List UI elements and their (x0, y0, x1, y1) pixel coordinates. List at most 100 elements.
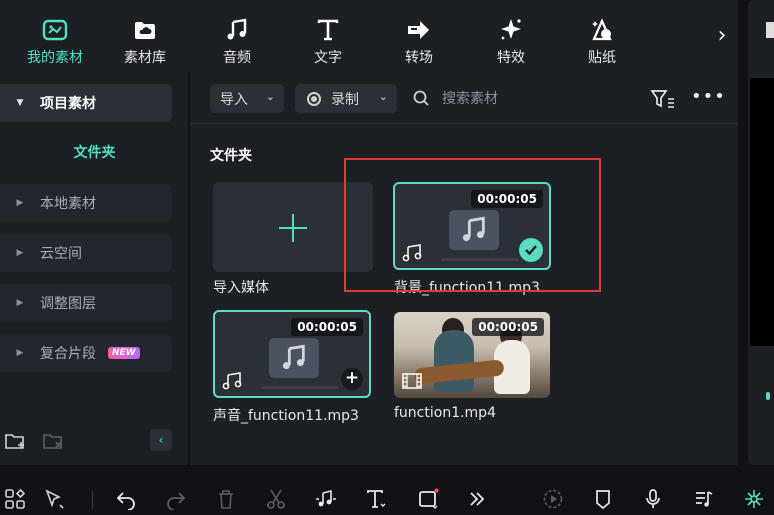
new-folder-button[interactable] (4, 430, 26, 452)
tab-transition[interactable]: 转场 (374, 0, 464, 72)
audio-mixer-button[interactable] (692, 487, 716, 511)
audio-edit-button[interactable] (314, 487, 338, 511)
tab-label: 素材库 (124, 50, 166, 66)
crop-icon (419, 488, 439, 509)
tab-audio[interactable]: 音频 (192, 0, 282, 72)
redo-icon (167, 492, 186, 510)
audio-type-icon (402, 244, 424, 262)
media-item-card[interactable]: 00:00:05 (394, 312, 550, 398)
sidebar-item-adjustment-layer[interactable]: ▶ 调整图层 (0, 284, 172, 322)
undo-button[interactable] (114, 487, 138, 511)
cursor-icon (45, 489, 64, 509)
text-t-icon (314, 16, 342, 44)
sidebar-item-label: 云空间 (40, 246, 82, 262)
waveform (441, 258, 519, 261)
tab-label: 贴纸 (588, 50, 616, 66)
record-dropdown[interactable]: 录制 ⌄ (295, 84, 397, 113)
select-tool-button[interactable] (42, 487, 66, 511)
media-content: 导入 ⌄ 录制 ⌄ ••• 文件夹 导入媒体 00:00:05 (190, 72, 738, 465)
tab-effects[interactable]: 特效 (466, 0, 556, 72)
chevron-down-icon: ⌄ (265, 90, 275, 103)
audio-file-icon (269, 338, 319, 378)
tab-sticker[interactable]: 贴纸 (557, 0, 647, 72)
caret-right-icon: ▶ (16, 298, 24, 308)
voiceover-button[interactable] (641, 487, 665, 511)
filter-icon (650, 90, 674, 108)
sidebar-item-compound-clip[interactable]: ▶ 复合片段 NEW (0, 334, 172, 372)
audio-list-icon (696, 491, 713, 507)
preview-viewport (750, 78, 774, 346)
delete-folder-button[interactable] (42, 430, 64, 452)
media-library-icon (131, 16, 159, 44)
marker-button[interactable] (591, 487, 615, 511)
chevron-down-icon: ⌄ (378, 90, 388, 103)
redo-button[interactable] (164, 487, 188, 511)
added-check-icon (519, 238, 543, 262)
sidebar-item-folder[interactable]: 文件夹 (0, 142, 189, 162)
tab-media-library[interactable]: 素材库 (100, 0, 190, 72)
tab-text[interactable]: 文字 (283, 0, 373, 72)
timeline-toolbar (0, 479, 774, 515)
new-badge: NEW (108, 347, 140, 359)
caret-down-icon: ▼ (16, 98, 24, 108)
tab-label: 特效 (497, 50, 525, 66)
microphone-icon (646, 489, 660, 508)
tab-my-media[interactable]: 我的素材 (10, 0, 100, 72)
new-folder-icon (5, 434, 24, 449)
caret-right-icon: ▶ (16, 348, 24, 358)
audio-type-icon (222, 372, 244, 390)
more-options-button[interactable]: ••• (691, 88, 725, 110)
render-preview-button[interactable] (541, 487, 565, 511)
music-note-icon (223, 16, 251, 44)
transition-icon (405, 16, 433, 44)
render-play-icon (543, 489, 563, 509)
import-dropdown[interactable]: 导入 ⌄ (210, 84, 284, 113)
caret-right-icon: ▶ (16, 198, 24, 208)
sidebar-item-project-media[interactable]: ▼ 项目素材 (0, 84, 172, 122)
undo-icon (116, 492, 135, 510)
collapse-sidebar-button[interactable]: ‹ (150, 429, 172, 451)
marker-shield-icon (596, 490, 610, 510)
tab-label: 文字 (314, 50, 342, 66)
plus-icon (277, 212, 309, 244)
duration-badge: 00:00:05 (291, 318, 363, 336)
more-tools-button[interactable] (465, 487, 489, 511)
tab-label: 转场 (405, 50, 433, 66)
media-sidebar: ▼ 项目素材 文件夹 ▶ 本地素材 ▶ 云空间 ▶ 调整图层 ▶ 复合片段 NE… (0, 72, 189, 465)
split-button[interactable] (264, 487, 288, 511)
sidebar-item-label: 本地素材 (40, 196, 96, 212)
caret-right-icon: ▶ (16, 248, 24, 258)
tabs-scroll-right-button[interactable]: › (712, 24, 732, 48)
video-type-icon (402, 372, 422, 390)
crop-button[interactable] (416, 487, 440, 511)
double-chevron-right-icon (470, 492, 485, 506)
filter-button[interactable] (650, 88, 676, 110)
delete-folder-icon (43, 434, 62, 449)
layout-button[interactable] (3, 487, 27, 511)
trash-icon (219, 490, 233, 509)
playhead-marker[interactable] (766, 392, 770, 400)
record-label: 录制 (331, 91, 359, 108)
import-media-card[interactable] (213, 182, 373, 272)
tab-label: 音频 (223, 50, 251, 66)
tab-label: 我的素材 (27, 50, 83, 66)
search-input[interactable] (442, 86, 592, 112)
add-to-timeline-button[interactable]: + (341, 368, 363, 390)
text-tool-button[interactable] (364, 487, 388, 511)
media-item-card[interactable]: 00:00:05 + (213, 310, 371, 398)
sidebar-item-label: 项目素材 (40, 96, 96, 112)
duration-badge: 00:00:05 (471, 190, 543, 208)
audio-note-icon (316, 489, 336, 507)
sidebar-item-local-media[interactable]: ▶ 本地素材 (0, 184, 172, 222)
text-icon (367, 490, 386, 508)
grid-layout-icon (5, 488, 26, 509)
media-item-card[interactable]: 00:00:05 (393, 182, 551, 270)
preview-tab[interactable] (766, 22, 774, 38)
ai-tool-button[interactable] (742, 487, 766, 511)
sidebar-item-cloud-space[interactable]: ▶ 云空间 (0, 234, 172, 272)
scissors-icon (267, 489, 285, 509)
sidebar-item-label: 复合片段 (40, 346, 96, 362)
delete-button[interactable] (214, 487, 238, 511)
media-item-name: 声音_function11.mp3 (213, 408, 359, 424)
sidebar-footer: ‹ (0, 428, 189, 458)
